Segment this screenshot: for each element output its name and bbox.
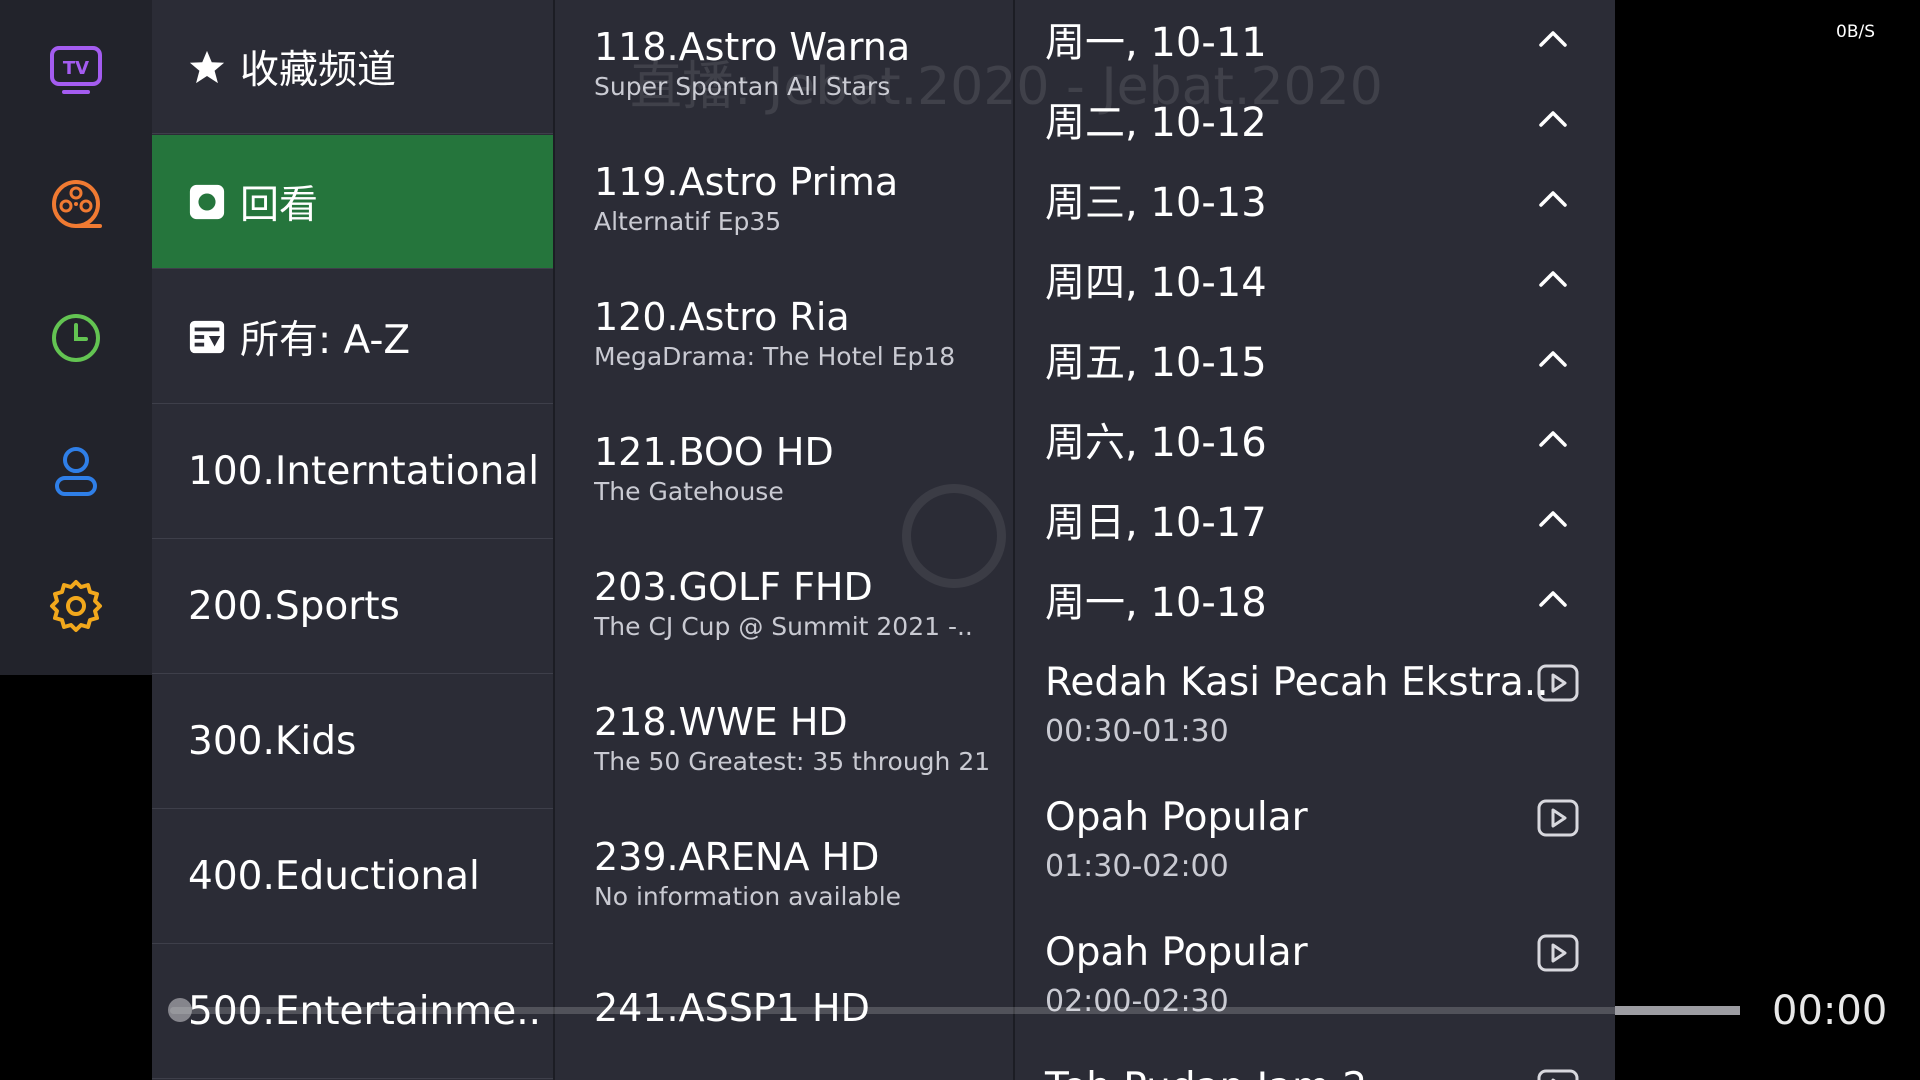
channel-item[interactable]: 120.Astro Ria MegaDrama: The Hotel Ep18 xyxy=(594,294,1004,374)
seek-bar-segment xyxy=(1615,1006,1740,1015)
chevron-up-icon xyxy=(1539,431,1567,447)
day-label: 周日, 10-17 xyxy=(1045,500,1267,546)
channel-program: The 50 Greatest: 35 through 21 xyxy=(594,747,991,776)
network-speed: 0B/S xyxy=(1836,22,1875,42)
play-icon[interactable] xyxy=(1537,797,1579,839)
channel-item[interactable]: 218.WWE HD The 50 Greatest: 35 through 2… xyxy=(594,699,1004,779)
loading-spinner xyxy=(902,484,1006,588)
channel-item[interactable]: 239.ARENA HD No information available xyxy=(594,834,1004,914)
channel-program: No information available xyxy=(594,882,902,911)
category-label: 300.Kids xyxy=(188,719,357,764)
category-all-az[interactable]: 所有: A-Z xyxy=(152,270,553,404)
chevron-up-icon xyxy=(1539,351,1567,367)
clock-icon[interactable] xyxy=(46,308,106,368)
category-label: 收藏频道 xyxy=(240,47,397,93)
category-playback[interactable]: 回看 xyxy=(152,135,553,269)
play-icon[interactable] xyxy=(1537,1067,1579,1080)
epg-program[interactable]: Opah Popular 01:30-02:00 xyxy=(1045,795,1605,887)
category-label: 200.Sports xyxy=(188,584,400,629)
chevron-up-icon xyxy=(1539,511,1567,527)
category-label: 100.Interntational xyxy=(188,449,540,494)
settings-icon[interactable] xyxy=(46,576,106,636)
channel-name: 121.BOO HD xyxy=(594,430,834,474)
chevron-up-icon xyxy=(1539,31,1567,47)
chevron-up-icon xyxy=(1539,271,1567,287)
chevron-up-icon xyxy=(1539,111,1567,127)
channel-program: MegaDrama: The Hotel Ep18 xyxy=(594,342,956,371)
record-icon xyxy=(188,183,226,221)
seek-handle[interactable] xyxy=(168,998,192,1022)
user-icon[interactable] xyxy=(46,442,106,502)
program-time: 01:30-02:00 xyxy=(1045,849,1229,884)
channel-item[interactable]: 119.Astro Prima Alternatif Ep35 xyxy=(594,159,1004,239)
channel-name: 119.Astro Prima xyxy=(594,160,899,204)
category-item[interactable]: 300.Kids xyxy=(152,675,553,809)
now-playing-ghost: 直播: Jebat.2020 - Jebat.2020 xyxy=(630,57,1383,117)
epg-program[interactable]: Redah Kasi Pecah Ekstra.. 00:30-01:30 xyxy=(1045,660,1605,752)
channel-program: Alternatif Ep35 xyxy=(594,207,782,236)
category-label: 所有: A-Z xyxy=(240,317,411,363)
program-time: 00:30-01:30 xyxy=(1045,714,1229,749)
category-item[interactable]: 400.Eductional xyxy=(152,810,553,944)
day-header[interactable]: 周一, 10-18 xyxy=(1045,569,1605,629)
program-title: Teh Pudan Jam 2 xyxy=(1045,1065,1605,1080)
epg-program[interactable]: Teh Pudan Jam 2 xyxy=(1045,1065,1605,1080)
channel-program: The CJ Cup @ Summit 2021 -.. xyxy=(594,612,973,641)
category-item[interactable]: 100.Interntational xyxy=(152,405,553,539)
chevron-up-icon xyxy=(1539,591,1567,607)
day-label: 周一, 10-18 xyxy=(1045,580,1267,626)
day-label: 周三, 10-13 xyxy=(1045,180,1267,226)
channel-name: 239.ARENA HD xyxy=(594,835,880,879)
category-item[interactable]: 200.Sports xyxy=(152,540,553,674)
program-time: 02:00-02:30 xyxy=(1045,984,1229,1019)
category-list: 收藏频道 回看 所有: A-Z 100.Interntational 200.S… xyxy=(152,0,555,1080)
channel-name: 218.WWE HD xyxy=(594,700,848,744)
svg-text:TV: TV xyxy=(63,58,89,79)
day-label: 周五, 10-15 xyxy=(1045,340,1267,386)
program-title: Opah Popular xyxy=(1045,795,1308,840)
category-favorites[interactable]: 收藏频道 xyxy=(152,0,553,134)
day-header[interactable]: 周三, 10-13 xyxy=(1045,169,1605,229)
day-label: 周六, 10-16 xyxy=(1045,420,1267,466)
playback-time: 00:00 xyxy=(1772,988,1888,1034)
star-icon xyxy=(188,48,226,86)
play-icon[interactable] xyxy=(1537,932,1579,974)
seek-bar[interactable] xyxy=(170,1007,1740,1014)
day-header[interactable]: 周日, 10-17 xyxy=(1045,489,1605,549)
epg-panel: 周一, 10-11 周二, 10-12 周三, 10-13 周四, 10-14 … xyxy=(1015,0,1615,1080)
play-icon[interactable] xyxy=(1537,662,1579,704)
channel-name: 120.Astro Ria xyxy=(594,295,850,339)
chevron-up-icon xyxy=(1539,191,1567,207)
film-reel-icon[interactable] xyxy=(46,174,106,234)
program-title: Opah Popular xyxy=(1045,930,1308,975)
category-label: 回看 xyxy=(240,182,319,228)
day-header[interactable]: 周四, 10-14 xyxy=(1045,249,1605,309)
category-label: 400.Eductional xyxy=(188,854,480,899)
program-title: Redah Kasi Pecah Ekstra.. xyxy=(1045,660,1549,705)
left-nav: TV xyxy=(0,0,152,675)
tv-icon[interactable]: TV xyxy=(46,40,106,100)
day-header[interactable]: 周六, 10-16 xyxy=(1045,409,1605,469)
list-icon xyxy=(188,318,226,356)
day-header[interactable]: 周五, 10-15 xyxy=(1045,329,1605,389)
day-label: 周四, 10-14 xyxy=(1045,260,1267,306)
